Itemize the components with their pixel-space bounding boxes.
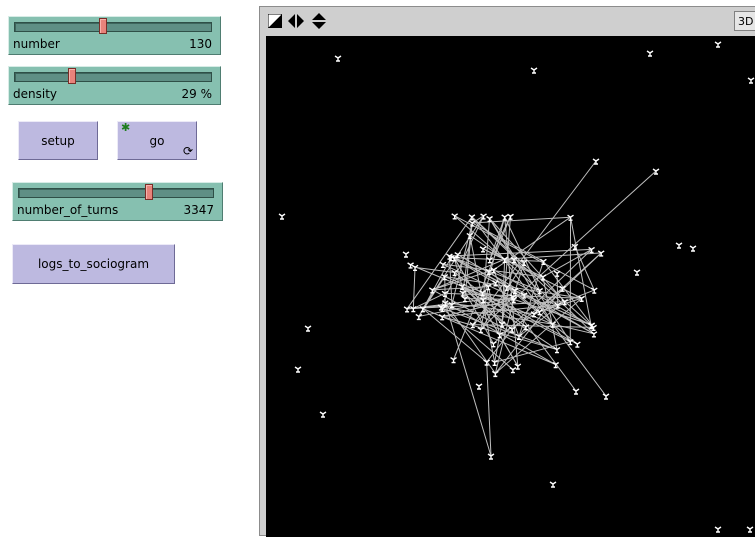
horizontal-arrows-icon[interactable] bbox=[288, 13, 304, 29]
setup-button[interactable]: setup bbox=[18, 121, 98, 160]
turtle-node bbox=[320, 412, 326, 417]
turtle-node bbox=[279, 214, 285, 219]
go-button-label: go bbox=[150, 134, 165, 148]
world-view-panel: 3D bbox=[259, 6, 755, 536]
slider-track[interactable] bbox=[14, 72, 212, 82]
turtle-node bbox=[690, 246, 696, 251]
go-button[interactable]: ✱ go ⟳ bbox=[117, 121, 197, 160]
slider-label: density bbox=[13, 87, 57, 101]
turtle-node bbox=[573, 389, 579, 394]
turtle-node bbox=[416, 314, 422, 319]
network-link bbox=[455, 216, 595, 290]
forever-star-icon: ✱ bbox=[121, 122, 130, 134]
turtle-node bbox=[305, 326, 311, 331]
turtle-node bbox=[715, 527, 721, 532]
number-of-turns-slider[interactable]: number_of_turns 3347 bbox=[12, 182, 223, 221]
network-link bbox=[553, 324, 606, 396]
turtle-node bbox=[748, 78, 754, 83]
turtle-node bbox=[476, 384, 482, 389]
turtle-node bbox=[481, 214, 487, 219]
slider-value: 130 bbox=[189, 37, 212, 51]
turtle-node bbox=[508, 214, 514, 219]
logs-to-sociogram-button[interactable]: logs_to_sociogram bbox=[12, 244, 175, 284]
turtle-node bbox=[574, 342, 580, 347]
view-toolbar: 3D bbox=[260, 7, 755, 35]
turtle-node bbox=[591, 332, 597, 337]
slider-thumb[interactable] bbox=[99, 18, 107, 34]
sociogram-network bbox=[266, 36, 755, 537]
network-link bbox=[451, 258, 543, 262]
slider-label: number bbox=[13, 37, 60, 51]
network-link bbox=[445, 277, 446, 303]
turtle-node bbox=[502, 215, 508, 220]
slider-thumb[interactable] bbox=[145, 184, 153, 200]
slider-label: number_of_turns bbox=[17, 203, 118, 217]
turtle-node bbox=[676, 243, 682, 248]
turtle-node bbox=[647, 51, 653, 56]
network-link bbox=[514, 171, 656, 299]
network-link bbox=[557, 273, 558, 305]
turtle-node bbox=[747, 527, 753, 532]
slider-value: 29 % bbox=[182, 87, 213, 101]
slider-thumb[interactable] bbox=[68, 68, 76, 84]
density-slider[interactable]: density 29 % bbox=[8, 66, 221, 105]
turtle-node bbox=[554, 271, 560, 276]
slider-track[interactable] bbox=[14, 22, 212, 32]
network-link bbox=[413, 267, 415, 308]
turtle-node bbox=[510, 368, 516, 373]
3d-toggle-button[interactable]: 3D bbox=[734, 11, 755, 31]
world-canvas[interactable] bbox=[266, 36, 755, 537]
logs-to-sociogram-label: logs_to_sociogram bbox=[38, 257, 149, 271]
slider-value: 3347 bbox=[183, 203, 214, 217]
turtle-node bbox=[335, 56, 341, 61]
turtle-node bbox=[404, 307, 410, 312]
turtle-node bbox=[295, 367, 301, 372]
setup-button-label: setup bbox=[41, 134, 75, 148]
forever-loop-icon: ⟳ bbox=[183, 145, 193, 157]
number-slider[interactable]: number 130 bbox=[8, 16, 221, 55]
network-link bbox=[472, 217, 570, 223]
vertical-arrows-icon[interactable] bbox=[311, 13, 327, 29]
turtle-node bbox=[403, 252, 409, 257]
turtle-node bbox=[715, 42, 721, 47]
network-link bbox=[449, 256, 452, 305]
turtle-node bbox=[531, 68, 537, 73]
slider-track[interactable] bbox=[18, 188, 214, 198]
turtle-node bbox=[550, 482, 556, 487]
turtle-node bbox=[634, 270, 640, 275]
zoom-icon[interactable] bbox=[267, 13, 283, 29]
turtle-node bbox=[469, 221, 475, 226]
turtle-node bbox=[603, 394, 609, 399]
